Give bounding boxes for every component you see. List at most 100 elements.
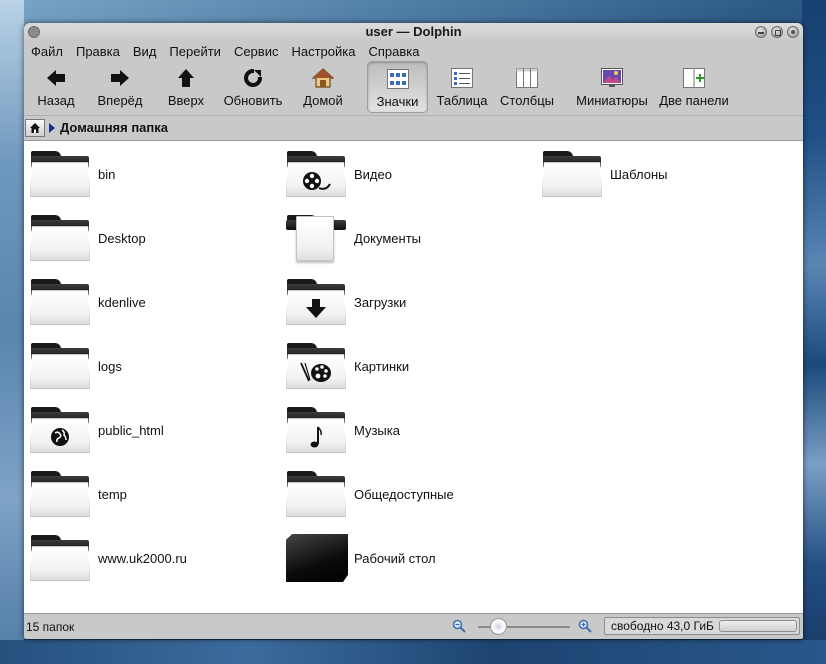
forward-button[interactable]: Вперёд <box>94 61 146 113</box>
menu-view[interactable]: Вид <box>133 44 157 59</box>
folder-icon <box>28 340 92 392</box>
main-toolbar: Назад Вперёд Вверх Обновить Домой Значки… <box>24 61 803 115</box>
columns-view-icon <box>514 65 540 91</box>
folder-icon <box>28 212 92 264</box>
breadcrumb-arrow-icon[interactable] <box>49 122 55 133</box>
folder-icon <box>28 468 92 520</box>
breadcrumb-current[interactable]: Домашняя папка <box>60 120 168 135</box>
file-item[interactable]: kdenlive <box>28 276 146 328</box>
up-label: Вверх <box>167 93 205 108</box>
file-name: Общедоступные <box>354 486 454 502</box>
file-name: kdenlive <box>98 294 146 310</box>
menu-help[interactable]: Справка <box>368 44 419 59</box>
folder-icon <box>540 148 604 200</box>
view-details-button[interactable]: Таблица <box>436 61 488 113</box>
film-icon <box>301 169 331 197</box>
file-item[interactable]: www.uk2000.ru <box>28 532 187 584</box>
back-label: Назад <box>37 93 75 108</box>
zoom-in-icon[interactable] <box>578 619 592 636</box>
disk-usage-bar <box>719 620 797 632</box>
file-name: Шаблоны <box>610 166 668 182</box>
maximize-button[interactable] <box>771 26 783 38</box>
file-item[interactable]: Видео <box>284 148 392 200</box>
file-name: public_html <box>98 422 164 438</box>
breadcrumb-home-button[interactable] <box>25 118 45 137</box>
split-view-label: Две панели <box>659 93 729 108</box>
close-button[interactable] <box>787 26 799 38</box>
palette-icon <box>299 361 333 389</box>
file-name: Видео <box>354 166 392 182</box>
view-icons-button[interactable]: Значки <box>367 61 428 113</box>
menu-settings[interactable]: Настройка <box>291 44 355 59</box>
file-view[interactable]: bin Desktop kdenlive logs public_htmltemp www… <box>24 140 803 614</box>
menu-go[interactable]: Перейти <box>169 44 221 59</box>
desktop-background-left <box>0 0 24 664</box>
reload-label: Обновить <box>223 93 283 108</box>
title-bar[interactable]: user — Dolphin <box>24 23 803 41</box>
folder-icon <box>284 468 348 520</box>
file-item[interactable]: logs <box>28 340 122 392</box>
desktop-background-bottom <box>0 640 826 664</box>
free-space-label: свободно 43,0 ГиБ <box>611 619 714 633</box>
file-name: Desktop <box>98 230 146 246</box>
desktop-background-right <box>802 0 826 664</box>
folder-count: 15 папок <box>26 620 75 634</box>
forward-label: Вперёд <box>97 93 143 108</box>
file-item[interactable]: bin <box>28 148 115 200</box>
reload-button[interactable]: Обновить <box>223 61 283 113</box>
details-view-icon <box>449 65 475 91</box>
file-name: bin <box>98 166 116 182</box>
file-item[interactable]: Документы <box>284 212 421 264</box>
window-menu-icon[interactable] <box>28 26 40 38</box>
view-columns-button[interactable]: Столбцы <box>500 61 554 113</box>
documents-folder-icon <box>284 212 348 264</box>
file-item[interactable]: Общедоступные <box>284 468 454 520</box>
file-item[interactable]: Шаблоны <box>540 148 668 200</box>
download-arrow-icon <box>305 298 327 324</box>
folder-icon <box>28 148 92 200</box>
globe-icon <box>49 426 71 452</box>
up-button[interactable]: Вверх <box>162 61 210 113</box>
file-name: Рабочий стол <box>354 550 436 566</box>
arrow-up-icon <box>173 65 199 91</box>
zoom-out-icon[interactable] <box>452 619 466 636</box>
status-bar: 15 папок свободно 43,0 ГиБ <box>24 615 803 639</box>
file-item[interactable]: public_html <box>28 404 164 456</box>
view-icons-label: Значки <box>376 94 419 109</box>
folder-icon <box>28 532 92 584</box>
menu-file[interactable]: Файл <box>31 44 63 59</box>
file-item[interactable]: temp <box>28 468 127 520</box>
menu-bar: Файл Правка Вид Перейти Сервис Настройка… <box>24 41 803 61</box>
menu-edit[interactable]: Правка <box>76 44 120 59</box>
menu-tools[interactable]: Сервис <box>234 44 279 59</box>
window-title: user — Dolphin <box>365 24 462 39</box>
file-item[interactable]: Рабочий стол <box>284 532 436 584</box>
split-view-icon <box>681 65 707 91</box>
home-button[interactable]: Домой <box>301 61 345 113</box>
file-item[interactable]: Desktop <box>28 212 146 264</box>
preview-image-icon <box>599 65 625 91</box>
arrow-left-icon <box>43 65 69 91</box>
file-name: logs <box>98 358 122 374</box>
file-item[interactable]: Загрузки <box>284 276 406 328</box>
house-icon <box>30 122 40 133</box>
file-item[interactable]: Картинки <box>284 340 409 392</box>
split-view-button[interactable]: Две панели <box>658 61 730 113</box>
file-name: temp <box>98 486 127 502</box>
free-space-indicator: свободно 43,0 ГиБ <box>604 617 800 635</box>
file-name: www.uk2000.ru <box>98 550 187 566</box>
view-details-label: Таблица <box>436 93 488 108</box>
folder-icon <box>28 276 92 328</box>
zoom-slider-handle[interactable] <box>489 618 507 635</box>
back-button[interactable]: Назад <box>32 61 80 113</box>
folder-icon <box>284 340 348 392</box>
minimize-button[interactable] <box>755 26 767 38</box>
preview-label: Миниатюры <box>576 93 648 108</box>
preview-button[interactable]: Миниатюры <box>576 61 648 113</box>
desktop-folder-icon <box>284 532 348 584</box>
file-item[interactable]: Музыка <box>284 404 400 456</box>
reload-icon <box>240 65 266 91</box>
file-name: Музыка <box>354 422 400 438</box>
arrow-right-icon <box>107 65 133 91</box>
home-label: Домой <box>303 93 343 108</box>
